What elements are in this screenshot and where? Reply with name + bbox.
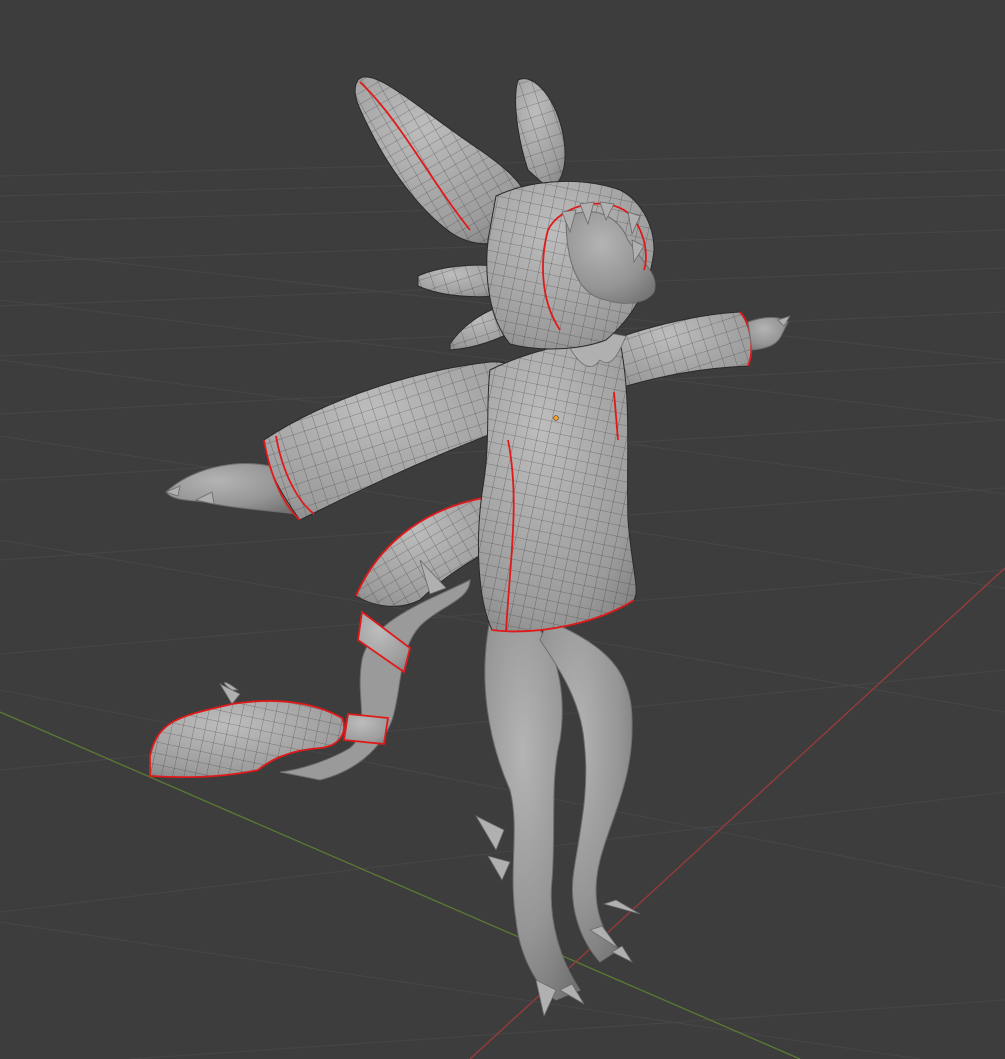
- hood-head: [354, 76, 656, 351]
- character-mesh[interactable]: [149, 76, 791, 1018]
- hoodie-torso: [477, 340, 637, 633]
- left-arm: [164, 361, 534, 521]
- object-origin-icon: [553, 415, 559, 421]
- right-arm: [611, 311, 791, 389]
- viewport-scene[interactable]: [0, 0, 1005, 1059]
- 3d-viewport[interactable]: [0, 0, 1005, 1059]
- legs: [474, 619, 641, 1018]
- y-axis-line: [0, 711, 801, 1059]
